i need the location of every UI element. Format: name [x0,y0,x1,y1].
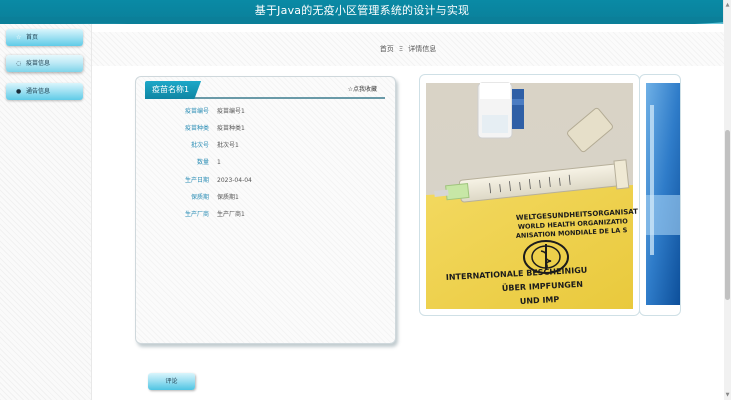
vaccine-image-slide[interactable]: WELTGESUNDHEITSORGANISAT WORLD HEALTH OR… [419,74,640,316]
app-title: 基于Java的无疫小区管理系统的设计与实现 [254,4,470,17]
detail-card: 疫苗名称1 ☆点我收藏 疫苗编号 疫苗编号1 疫苗种类 疫苗种类1 批次号 批次… [135,76,396,344]
vaccine-image-slide-next[interactable] [639,74,681,316]
detail-row-shelf-life: 保质期 保质期1 [136,192,395,204]
favorite-button[interactable]: ☆点我收藏 [348,85,377,95]
sidebar-item-label: 首页 [26,34,39,41]
field-value: 疫苗种类1 [217,125,245,132]
field-label: 批次号 [190,142,209,149]
app-header: 基于Java的无疫小区管理系统的设计与实现 [0,0,724,24]
detail-row-vaccine-number: 疫苗编号 疫苗编号1 [136,106,395,118]
breadcrumb-separator-icon: Ξ [398,45,404,53]
home-icon: ☆ [16,34,22,41]
breadcrumb-home-link[interactable]: 首页 [380,45,394,53]
scroll-up-icon[interactable]: ▲ [725,2,730,8]
main-content: 首页 Ξ 详情信息 疫苗名称1 ☆点我收藏 疫苗编号 疫苗编号1 疫苗种类 疫苗种类… [92,24,724,400]
field-label: 疫苗种类 [184,125,209,132]
sidebar-item-label: 通告信息 [26,88,51,95]
field-value: 疫苗编号1 [217,108,245,115]
breadcrumb: 首页 Ξ 详情信息 [92,42,724,56]
detail-row-manufacturer: 生产厂商 生产厂商1 [136,209,395,221]
sidebar-item-label: 疫苗信息 [26,60,51,67]
page-scrollbar[interactable]: ▲ ▼ [723,0,731,400]
field-label: 保质期 [190,194,209,201]
detail-row-batch-number: 批次号 批次号1 [136,140,395,152]
field-value: 批次号1 [217,142,239,149]
field-value: 生产厂商1 [217,211,245,218]
sidebar-item-vaccine[interactable]: ◌ 疫苗信息 [6,55,83,72]
detail-title: 疫苗名称1 [145,81,202,99]
detail-row-vaccine-type: 疫苗种类 疫苗种类1 [136,123,395,135]
breadcrumb-current: 详情信息 [408,45,437,53]
vaccine-icon: ◌ [16,60,22,67]
vaccine-photo: WELTGESUNDHEITSORGANISAT WORLD HEALTH OR… [426,82,638,309]
sidebar-item-notice[interactable]: ● 通告信息 [6,83,83,100]
detail-row-production-date: 生产日期 2023-04-04 [136,175,395,187]
comment-button[interactable]: 评论 [148,373,195,390]
field-value: 保质期1 [217,194,239,201]
sidebar-item-home[interactable]: ☆ 首页 [6,29,83,46]
scroll-down-icon[interactable]: ▼ [725,392,730,398]
vaccine-photo-2 [646,83,680,305]
notice-icon: ● [16,88,22,95]
detail-row-quantity: 数量 1 [136,157,395,169]
breadcrumb-bar: 首页 Ξ 详情信息 [92,32,724,66]
field-value: 1 [217,159,221,166]
field-label: 生产日期 [184,177,209,184]
sidebar: ☆ 首页 ◌ 疫苗信息 ● 通告信息 [0,24,92,400]
field-label: 数量 [196,159,209,166]
field-label: 疫苗编号 [184,108,209,115]
field-value: 2023-04-04 [217,177,252,184]
field-label: 生产厂商 [184,211,209,218]
scroll-thumb[interactable] [725,130,730,300]
